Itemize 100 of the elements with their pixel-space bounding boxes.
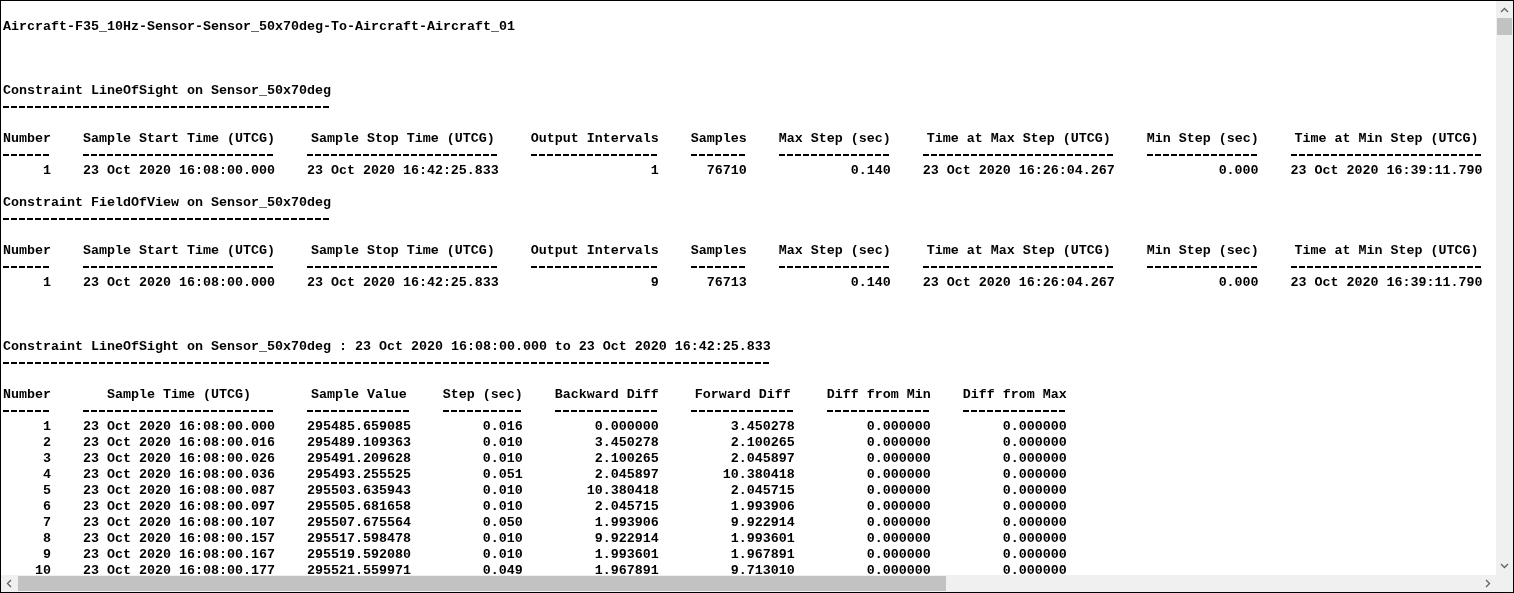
table-cell-text: 1: [42, 275, 51, 291]
table-cell: 23 Oct 2020 16:26:04.267: [922, 275, 1115, 291]
table-cell: 23 Oct 2020 16:08:00.167: [82, 547, 275, 563]
column-header: Diff from Max: [962, 387, 1067, 403]
table-cell-text: 0.140: [849, 163, 891, 179]
column-header: Number: [3, 387, 51, 403]
table-cell-text: 0.000: [1217, 163, 1259, 179]
section-title: Constraint FieldOfView on Sensor_50x70deg: [3, 195, 331, 211]
table-cell: 295489.109363: [306, 435, 411, 451]
table-cell-text: 0.010: [481, 547, 523, 563]
table-cell-text: 2.045715: [729, 483, 795, 499]
table-cell-text: 0.000000: [1001, 531, 1067, 547]
table-cell-text: 0.010: [481, 499, 523, 515]
table-cell-text: 1.967891: [729, 547, 795, 563]
scrollbar-thumb[interactable]: [1497, 18, 1512, 35]
table-cell-text: 1.993601: [593, 547, 659, 563]
table-cell-text: 8: [42, 531, 51, 547]
table-cell-text: 0.010: [481, 435, 523, 451]
table-cell-text: 1.967891: [593, 563, 659, 575]
column-header: Samples: [690, 131, 747, 147]
table-cell: 23 Oct 2020 16:39:11.790: [1290, 275, 1483, 291]
table-cell-text: 3.450278: [729, 419, 795, 435]
table-cell-text: 9.713010: [729, 563, 795, 575]
table-cell: 295521.559971: [306, 563, 411, 575]
table-cell-text: 1: [42, 163, 51, 179]
scrollbar-thumb[interactable]: [18, 576, 946, 591]
table-cell-text: 0.010: [481, 483, 523, 499]
table-cell-text: 4: [42, 467, 51, 483]
table-cell-text: 3: [42, 451, 51, 467]
table-cell: 23 Oct 2020 16:08:00.087: [82, 483, 275, 499]
column-header: Number: [3, 243, 51, 259]
table-cell-text: 0.010: [481, 451, 523, 467]
table-cell-text: 0.000000: [865, 547, 931, 563]
table-cell-text: 0.051: [481, 467, 523, 483]
table-cell-text: 10: [34, 563, 51, 575]
column-header: Sample Start Time (UTCG): [82, 131, 275, 147]
table-cell-text: 0.000000: [1001, 483, 1067, 499]
table-cell-text: 0.049: [481, 563, 523, 575]
table-cell-text: 0.000000: [1001, 499, 1067, 515]
table-cell-text: 3.450278: [593, 435, 659, 451]
table-cell: 295505.681658: [306, 499, 411, 515]
column-header: Max Step (sec): [778, 131, 891, 147]
table-cell-text: 0.140: [849, 275, 891, 291]
table-cell-text: 0.000000: [1001, 563, 1067, 575]
column-header: Backward Diff: [554, 387, 659, 403]
table-cell-text: 0.000000: [865, 499, 931, 515]
table-cell-text: 2.045897: [729, 451, 795, 467]
column-header: Forward Diff: [693, 387, 792, 403]
table-cell-text: 0.000000: [865, 563, 931, 575]
table-cell: 23 Oct 2020 16:42:25.833: [306, 275, 499, 291]
table-cell-text: 76710: [705, 163, 747, 179]
table-cell: 23 Oct 2020 16:08:00.177: [82, 563, 275, 575]
table-cell: 23 Oct 2020 16:08:00.157: [82, 531, 275, 547]
table-cell: 23 Oct 2020 16:08:00.016: [82, 435, 275, 451]
vertical-scrollbar[interactable]: [1496, 1, 1513, 575]
column-header: Time at Min Step (UTCG): [1293, 243, 1480, 259]
table-cell-text: 2: [42, 435, 51, 451]
column-header: Max Step (sec): [778, 243, 891, 259]
section-title: Constraint LineOfSight on Sensor_50x70deg : 23 Oct 2020 16:08:00.000 to 23 Oct 2020 16:42:25.833: [3, 339, 771, 355]
column-header: Sample Start Time (UTCG): [82, 243, 275, 259]
table-cell: 23 Oct 2020 16:26:04.267: [922, 163, 1115, 179]
table-cell-text: 0.000000: [1001, 547, 1067, 563]
column-header: Step (sec): [442, 387, 523, 403]
table-cell-text: 1.993601: [729, 531, 795, 547]
table-cell-text: 0.000000: [865, 467, 931, 483]
table-cell-text: 10.380418: [585, 483, 659, 499]
table-cell: 295519.592080: [306, 547, 411, 563]
table-cell-text: 0.010: [481, 531, 523, 547]
column-header: Number: [3, 131, 51, 147]
horizontal-scrollbar[interactable]: [1, 575, 1496, 592]
table-cell: 23 Oct 2020 16:42:25.833: [306, 163, 499, 179]
column-header: Sample Stop Time (UTCG): [309, 131, 496, 147]
column-header: Output Intervals: [530, 243, 659, 259]
table-cell-text: 0.000000: [1001, 419, 1067, 435]
table-cell: 23 Oct 2020 16:08:00.026: [82, 451, 275, 467]
table-cell: 295493.255525: [306, 467, 411, 483]
table-cell-text: 10.380418: [721, 467, 795, 483]
table-cell-text: 2.100265: [729, 435, 795, 451]
table-cell-text: 0.000000: [1001, 515, 1067, 531]
column-header: Min Step (sec): [1146, 131, 1259, 147]
column-header: Time at Max Step (UTCG): [925, 243, 1112, 259]
table-cell-text: 1.993906: [729, 499, 795, 515]
table-cell-text: 0.000000: [865, 419, 931, 435]
table-cell-text: 0.000000: [865, 451, 931, 467]
table-cell-text: 0.000000: [1001, 435, 1067, 451]
table-cell-text: 0.000000: [1001, 451, 1067, 467]
section-title: Constraint LineOfSight on Sensor_50x70deg: [3, 83, 331, 99]
column-header: Min Step (sec): [1146, 243, 1259, 259]
table-cell-text: 1: [42, 419, 51, 435]
table-cell-text: 7: [42, 515, 51, 531]
table-cell-text: 5: [42, 483, 51, 499]
table-cell-text: 0.000000: [865, 515, 931, 531]
table-cell-text: 0.000000: [865, 435, 931, 451]
table-cell-text: 0.000000: [1001, 467, 1067, 483]
table-cell: 23 Oct 2020 16:08:00.097: [82, 499, 275, 515]
table-cell-text: 1: [649, 163, 659, 179]
document-title: Aircraft-F35_10Hz-Sensor-Sensor_50x70deg-To-Aircraft-Aircraft_01: [3, 19, 515, 34]
column-header: Samples: [690, 243, 747, 259]
table-cell: 23 Oct 2020 16:08:00.000: [82, 419, 275, 435]
table-cell-text: 0.000000: [865, 483, 931, 499]
